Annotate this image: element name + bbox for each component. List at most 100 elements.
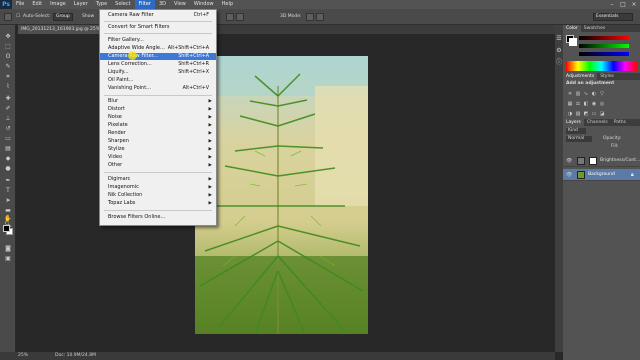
blend-mode-dropdown[interactable]: Normal [566, 136, 592, 142]
history-brush-icon[interactable]: ↺ [4, 125, 12, 132]
align-icon[interactable] [226, 13, 234, 21]
menu-item-sharpen[interactable]: Sharpen ▶ [100, 138, 216, 145]
menu-item-pixelate[interactable]: Pixelate ▶ [100, 122, 216, 129]
auto-select-checkbox-icon[interactable]: ☐ [16, 13, 20, 21]
gradient-icon[interactable]: ▤ [4, 145, 12, 152]
info-panel-icon[interactable]: ⓘ [555, 59, 563, 66]
menu-item-imagenomic[interactable]: Imagenomic ▶ [100, 184, 216, 191]
zoom-level[interactable]: 25% [18, 352, 28, 360]
tab-styles[interactable]: Styles [597, 73, 617, 80]
pen-icon[interactable]: ✒ [4, 177, 12, 184]
dodge-icon[interactable]: ● [4, 165, 12, 172]
menu-item-topaz-labs[interactable]: Topaz Labs ▶ [100, 200, 216, 207]
hue-saturation-icon[interactable]: ▦ [567, 101, 573, 107]
red-slider[interactable] [579, 36, 629, 40]
menu-item-filter-gallery[interactable]: Filter Gallery... [100, 37, 216, 44]
menu-help[interactable]: Help [218, 0, 237, 9]
path-select-icon[interactable]: ➤ [4, 197, 12, 204]
menu-item-camera-raw-filter[interactable]: Camera Raw Filter... Shift+Ctrl+A [100, 53, 216, 60]
menu-item-stylize[interactable]: Stylize ▶ [100, 146, 216, 153]
threshold-icon[interactable]: ◩ [583, 111, 589, 117]
shape-icon[interactable]: ▬ [4, 207, 12, 214]
menu-item-camera-raw-last[interactable]: Camera Raw Filter Ctrl+F [100, 12, 216, 19]
menu-edit[interactable]: Edit [28, 0, 46, 9]
menu-select[interactable]: Select [111, 0, 134, 9]
crop-icon[interactable]: ⌗ [4, 73, 12, 80]
quick-select-icon[interactable]: ✎ [4, 63, 12, 70]
type-icon[interactable]: T [4, 187, 12, 194]
menu-type[interactable]: Type [92, 0, 111, 9]
color-balance-icon[interactable]: ⚖ [575, 101, 581, 107]
menu-item-oil-paint[interactable]: Oil Paint... [100, 77, 216, 84]
menu-item-lens-correction[interactable]: Lens Correction... Shift+Ctrl+R [100, 61, 216, 68]
show-transform-label[interactable]: Show [82, 13, 94, 21]
menu-view[interactable]: View [170, 0, 190, 9]
menu-layer[interactable]: Layer [70, 0, 92, 9]
move-icon[interactable]: ✥ [4, 33, 12, 40]
tab-paths[interactable]: Paths [611, 119, 629, 126]
menu-image[interactable]: Image [46, 0, 70, 9]
menu-item-nik-collection[interactable]: Nik Collection ▶ [100, 192, 216, 199]
curves-icon[interactable]: ∿ [583, 91, 589, 97]
vibrance-icon[interactable]: ▽ [599, 91, 605, 97]
menu-item-adaptive-wide-angle[interactable]: Adaptive Wide Angle... Alt+Shift+Ctrl+A [100, 45, 216, 52]
exposure-icon[interactable]: ◐ [591, 91, 597, 97]
menu-item-video[interactable]: Video ▶ [100, 154, 216, 161]
eraser-icon[interactable]: ▭ [4, 135, 12, 142]
color-spectrum[interactable] [566, 61, 637, 71]
channel-mixer-icon[interactable]: ◎ [599, 101, 605, 107]
eye-icon[interactable]: 👁︎ [566, 169, 572, 181]
menu-item-blur[interactable]: Blur ▶ [100, 98, 216, 105]
menu-item-render[interactable]: Render ▶ [100, 130, 216, 137]
menu-window[interactable]: Window [190, 0, 218, 9]
menu-3d[interactable]: 3D [155, 0, 170, 9]
tab-channels[interactable]: Channels [584, 119, 611, 126]
clone-stamp-icon[interactable]: ⊥ [4, 115, 12, 122]
eyedropper-icon[interactable]: ⌇ [4, 83, 12, 90]
3d-rotate-icon[interactable] [306, 13, 314, 21]
document-tab[interactable]: IMG_20131213_161903.jpg @ 25% (Backgr... [18, 25, 108, 34]
tab-swatches[interactable]: Swatches [581, 25, 609, 32]
menu-filter[interactable]: Filter [134, 0, 155, 9]
lasso-icon[interactable]: ʘ [4, 53, 12, 60]
layer-name[interactable]: Brightness/Cont... [600, 155, 640, 167]
menu-item-convert-smart-filters[interactable]: Convert for Smart Filters [100, 24, 216, 31]
auto-select-dropdown[interactable]: Group [53, 13, 73, 21]
properties-panel-icon[interactable]: ⚙ [555, 47, 563, 54]
marquee-icon[interactable]: ⬚ [4, 43, 12, 50]
menu-item-other[interactable]: Other ▶ [100, 162, 216, 169]
brush-icon[interactable]: ✐ [4, 105, 12, 112]
levels-icon[interactable]: ▥ [575, 91, 581, 97]
menu-item-browse-filters-online[interactable]: Browse Filters Online... [100, 214, 216, 221]
maximize-icon[interactable]: □ [618, 0, 628, 9]
tab-layers[interactable]: Layers [563, 119, 584, 126]
layer-row[interactable]: 👁︎ Brightness/Cont... [563, 155, 640, 167]
3d-roll-icon[interactable] [316, 13, 324, 21]
foreground-color-swatch[interactable] [3, 225, 10, 232]
layer-name[interactable]: Background [588, 169, 615, 181]
invert-icon[interactable]: ◑ [567, 111, 573, 117]
gradient-map-icon[interactable]: ▭ [591, 111, 597, 117]
healing-brush-icon[interactable]: ✚ [4, 95, 12, 102]
menu-item-vanishing-point[interactable]: Vanishing Point... Alt+Ctrl+V [100, 85, 216, 92]
tab-adjustments[interactable]: Adjustments [563, 73, 598, 80]
menu-item-digimarc[interactable]: Digimarc ▶ [100, 176, 216, 183]
eye-icon[interactable]: 👁︎ [566, 155, 572, 167]
photo-filter-icon[interactable]: ◉ [591, 101, 597, 107]
screen-mode-icon[interactable]: ▣ [4, 255, 12, 262]
blue-slider[interactable] [579, 52, 629, 56]
selective-color-icon[interactable]: ◪ [599, 111, 605, 117]
green-slider[interactable] [579, 44, 629, 48]
close-icon[interactable]: × [629, 0, 639, 9]
menu-item-noise[interactable]: Noise ▶ [100, 114, 216, 121]
document-image[interactable] [195, 56, 368, 334]
menu-file[interactable]: File [12, 0, 28, 9]
posterize-icon[interactable]: ▨ [575, 111, 581, 117]
tab-color[interactable]: Color [563, 25, 581, 32]
layer-row[interactable]: 👁︎ Background 🔒︎ [563, 169, 640, 181]
menu-item-distort[interactable]: Distort ▶ [100, 106, 216, 113]
layer-kind-filter[interactable]: Kind [566, 128, 586, 134]
workspace-dropdown[interactable]: Essentials [593, 13, 633, 21]
blur-icon[interactable]: ◆ [4, 155, 12, 162]
brightness-contrast-icon[interactable]: ☀ [567, 91, 573, 97]
